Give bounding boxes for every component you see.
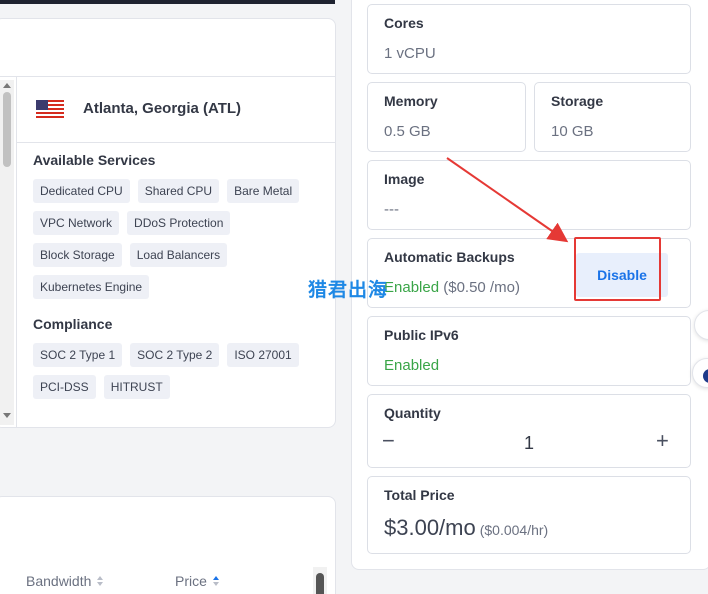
disable-backups-button[interactable]: Disable	[576, 253, 668, 297]
scroll-down-arrow-icon[interactable]	[3, 413, 11, 418]
image-value: ---	[384, 201, 399, 218]
total-price-label: Total Price	[384, 487, 455, 503]
quantity-increase-button[interactable]: +	[656, 430, 669, 452]
cores-label: Cores	[384, 15, 424, 31]
ipv6-label: Public IPv6	[384, 327, 459, 343]
storage-box: Storage 10 GB	[534, 82, 691, 152]
cores-value: 1 vCPU	[384, 45, 436, 62]
available-services-title: Available Services	[33, 152, 156, 168]
top-image-strip	[0, 0, 335, 4]
storage-value: 10 GB	[551, 123, 594, 140]
globe-icon	[703, 369, 708, 383]
table-scrollbar[interactable]	[313, 567, 327, 594]
service-chip: Shared CPU	[137, 179, 220, 203]
total-monthly-price: $3.00/mo	[384, 515, 476, 540]
quantity-label: Quantity	[384, 405, 441, 421]
service-chip: Load Balancers	[129, 243, 228, 267]
compliance-chip: PCI-DSS	[33, 375, 96, 399]
backups-price: ($0.50 /mo)	[443, 279, 520, 296]
service-chip: Kubernetes Engine	[33, 275, 150, 299]
column-header-price[interactable]: Price	[175, 573, 219, 589]
service-chip: VPC Network	[33, 211, 120, 235]
scroll-up-arrow-icon[interactable]	[3, 83, 11, 88]
backups-label: Automatic Backups	[384, 249, 515, 265]
compliance-chip: HITRUST	[103, 375, 170, 399]
cores-box: Cores 1 vCPU	[367, 4, 691, 74]
sort-ascending-icon	[212, 576, 219, 586]
location-name: Atlanta, Georgia (ATL)	[83, 100, 242, 117]
compliance-chip: ISO 27001	[227, 343, 299, 367]
service-chip: Dedicated CPU	[33, 179, 130, 203]
sort-icon	[97, 576, 104, 586]
column-header-bandwidth[interactable]: Bandwidth	[26, 573, 104, 589]
quantity-box: Quantity − 1 +	[367, 394, 691, 468]
compliance-chip: SOC 2 Type 1	[33, 343, 123, 367]
backups-enabled-text: Enabled	[384, 279, 440, 296]
image-label: Image	[384, 171, 425, 187]
memory-box: Memory 0.5 GB	[367, 82, 526, 152]
storage-label: Storage	[551, 93, 604, 109]
services-chip-list: Dedicated CPU Shared CPU Bare Metal VPC …	[33, 179, 323, 299]
compliance-chip-list: SOC 2 Type 1 SOC 2 Type 2 ISO 27001 PCI-…	[33, 343, 323, 399]
location-row-atl[interactable]: Atlanta, Georgia (ATL)	[16, 77, 335, 143]
service-chip: Block Storage	[33, 243, 122, 267]
memory-label: Memory	[384, 93, 438, 109]
location-card: Atlanta, Georgia (ATL) Available Service…	[0, 18, 336, 428]
compliance-title: Compliance	[33, 316, 113, 332]
compliance-chip: SOC 2 Type 2	[130, 343, 220, 367]
location-list-scrollbar[interactable]	[0, 80, 14, 425]
backups-status: Enabled ($0.50 /mo)	[384, 279, 520, 296]
total-price-value: $3.00/mo ($0.004/hr)	[384, 515, 548, 541]
total-hourly-price: ($0.004/hr)	[479, 522, 549, 538]
quantity-value[interactable]: 1	[368, 433, 690, 454]
watermark: 猎君出海	[308, 280, 389, 301]
public-ipv6-box: Public IPv6 Enabled	[367, 316, 691, 386]
plan-table-card: Bandwidth Price	[0, 496, 336, 594]
service-chip: Bare Metal	[227, 179, 300, 203]
us-flag-icon	[36, 100, 64, 118]
total-price-box: Total Price $3.00/mo ($0.004/hr)	[367, 476, 691, 554]
service-chip: DDoS Protection	[127, 211, 231, 235]
scrollbar-thumb[interactable]	[316, 573, 324, 594]
image-box: Image ---	[367, 160, 691, 230]
memory-value: 0.5 GB	[384, 123, 431, 140]
scrollbar-thumb[interactable]	[3, 92, 11, 167]
ipv6-status: Enabled	[384, 357, 440, 374]
